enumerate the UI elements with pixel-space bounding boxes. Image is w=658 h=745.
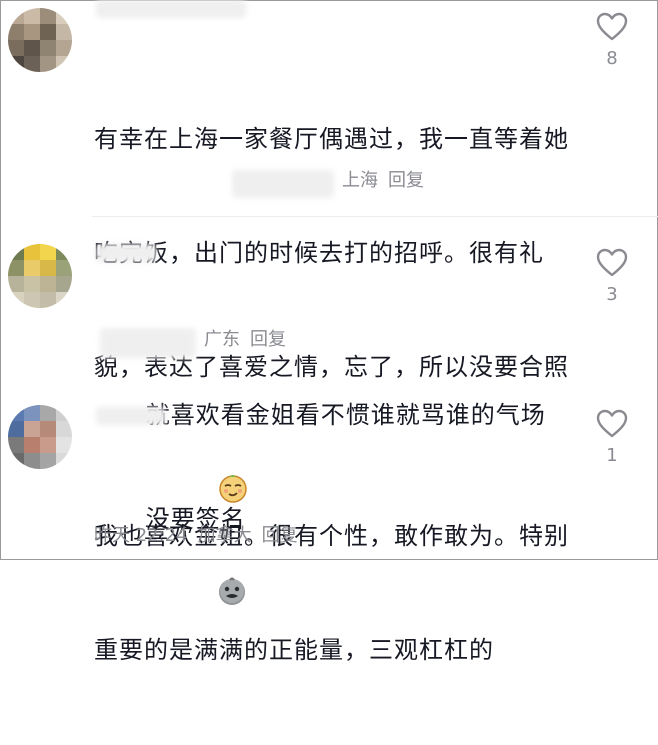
location-label: 加拿大: [197, 525, 252, 546]
like-button[interactable]: 1: [592, 409, 632, 469]
like-button[interactable]: 8: [592, 12, 632, 72]
username-hidden: [96, 407, 166, 425]
comment-meta: 上海 回复: [342, 169, 424, 193]
like-button[interactable]: 3: [592, 248, 632, 308]
like-count: 3: [606, 284, 618, 305]
avatar[interactable]: [8, 8, 72, 72]
comment-item: 有幸在上海一家餐厅偶遇过，我一直等着她 吃完饭，出门的时候去打的招呼。很有礼 貌…: [0, 0, 658, 605]
like-count: 8: [606, 48, 618, 69]
comment-item: 我也喜欢金姐。很有个性，敢作敢为。特别 重要的是满满的正能量，三观杠杠的 昨天 …: [0, 395, 658, 664]
comment-meta: 昨天 22:24 加拿大 回复: [94, 524, 298, 548]
location-label: 广东: [204, 329, 240, 350]
comment-time: 昨天 22:24: [94, 525, 188, 546]
reply-button[interactable]: 回复: [262, 525, 298, 546]
avatar[interactable]: [8, 244, 72, 308]
like-count: 1: [606, 445, 618, 466]
comment-divider: [92, 216, 658, 217]
meta-hidden: [232, 170, 334, 198]
heart-icon[interactable]: [596, 248, 628, 278]
comment-text-line: 重要的是满满的正能量，三观杠杠的: [94, 636, 494, 664]
comment-text: 我也喜欢金姐。很有个性，敢作敢为。特别 重要的是满满的正能量，三观杠杠的: [94, 441, 574, 745]
meta-hidden: [100, 328, 196, 358]
comment-meta: 广东 回复: [204, 328, 286, 352]
username-hidden: [96, 244, 156, 262]
username-hidden: [96, 0, 246, 18]
comment-item: 就喜欢看金姐看不惯谁就骂谁的气场 广东 回复 3: [0, 230, 658, 503]
comment-text-line: 有幸在上海一家餐厅偶遇过，我一直等着她: [94, 125, 569, 153]
avatar[interactable]: [8, 405, 72, 469]
reply-button[interactable]: 回复: [388, 170, 424, 191]
location-label: 上海: [342, 170, 378, 191]
heart-icon[interactable]: [596, 12, 628, 42]
heart-icon[interactable]: [596, 409, 628, 439]
reply-button[interactable]: 回复: [250, 329, 286, 350]
